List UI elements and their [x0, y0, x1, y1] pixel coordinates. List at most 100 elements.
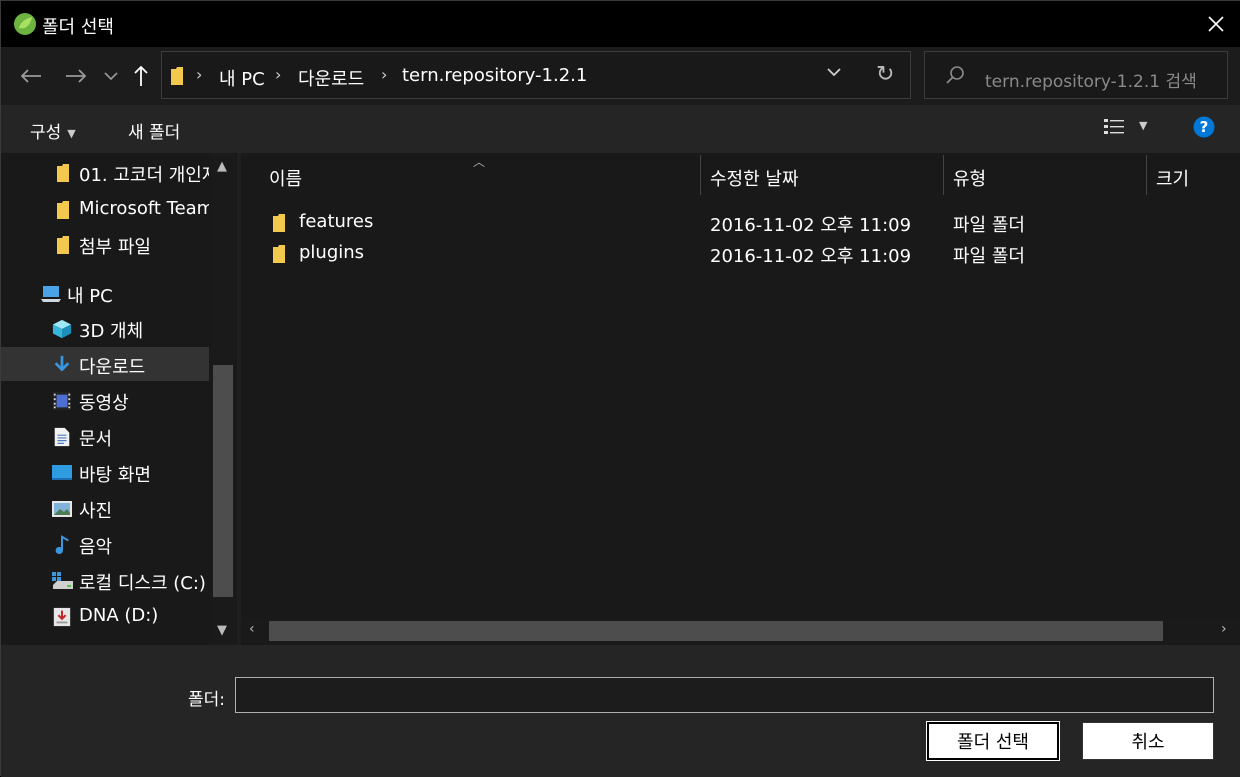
breadcrumb-downloads[interactable]: 다운로드 [298, 65, 364, 91]
navigation-pane: 01. 고코더 개인자료 Microsoft Teams 첨부 파일 내 PC … [1, 153, 237, 645]
scroll-left-icon[interactable]: ‹ [249, 621, 255, 637]
download-icon [54, 355, 70, 372]
drive-icon [52, 572, 73, 589]
column-divider[interactable] [943, 155, 944, 195]
nav-item-personal[interactable]: 01. 고코더 개인자료 [1, 155, 209, 189]
recent-locations-button[interactable] [97, 61, 125, 91]
desktop-icon [52, 465, 72, 480]
bottom-panel: 폴더: 폴더 선택 취소 [1, 645, 1240, 777]
nav-item-label: 내 PC [67, 286, 113, 307]
breadcrumb-my-pc[interactable]: 내 PC [219, 65, 265, 91]
arrow-up-icon [134, 65, 148, 86]
help-icon[interactable]: ? [1193, 116, 1215, 138]
file-row[interactable]: plugins 2016-11-02 오후 11:09 파일 폴더 [241, 238, 1240, 268]
column-header-type[interactable]: 유형 [953, 165, 986, 191]
organize-button[interactable]: 구성 ▼ [30, 118, 76, 143]
nav-item-label: 첨부 파일 [79, 237, 151, 258]
close-button[interactable] [1191, 1, 1240, 47]
select-folder-button[interactable]: 폴더 선택 [926, 721, 1060, 761]
nav-item-videos[interactable]: 동영상 [1, 383, 209, 417]
organize-label: 구성 [30, 123, 62, 143]
file-name: plugins [299, 242, 365, 263]
nav-item-label: 동영상 [79, 393, 129, 414]
breadcrumb-current-folder[interactable]: tern.repository-1.2.1 [402, 65, 587, 86]
nav-item-label: 문서 [79, 429, 113, 450]
nav-item-attachments[interactable]: 첨부 파일 [1, 227, 209, 261]
breadcrumb-separator-icon: › [381, 65, 388, 84]
file-list-horizontal-scrollbar[interactable]: ‹ › [241, 619, 1240, 643]
nav-item-teams[interactable]: Microsoft Teams [1, 192, 209, 226]
folder-icon [171, 67, 183, 85]
view-dropdown-icon[interactable]: ▼ [1139, 119, 1147, 132]
nav-item-desktop[interactable]: 바탕 화면 [1, 455, 209, 489]
scrollbar-thumb[interactable] [269, 621, 1163, 641]
column-divider[interactable] [1146, 155, 1147, 195]
column-divider[interactable] [700, 155, 701, 195]
refresh-icon[interactable]: ↻ [876, 62, 894, 87]
cancel-button[interactable]: 취소 [1082, 722, 1214, 760]
nav-item-label: 음악 [79, 537, 113, 558]
chevron-down-icon[interactable] [826, 66, 842, 78]
scroll-down-icon[interactable]: ▼ [217, 623, 227, 638]
back-button[interactable] [17, 61, 45, 91]
dropdown-arrow-icon: ▼ [67, 126, 76, 140]
breadcrumb-separator-icon: › [196, 65, 203, 84]
column-header-name[interactable]: 이름 [269, 165, 302, 191]
nav-item-label: 바탕 화면 [79, 465, 151, 486]
cube-icon [52, 319, 72, 339]
nav-item-dna-d[interactable]: DNA (D:) [1, 599, 209, 633]
file-name: features [299, 211, 374, 232]
nav-item-label: Microsoft Teams [79, 198, 209, 219]
close-icon [1208, 16, 1224, 32]
nav-item-label: 다운로드 [79, 357, 146, 378]
column-header-size[interactable]: 크기 [1156, 165, 1189, 191]
scrollbar-thumb[interactable] [213, 365, 233, 597]
file-row[interactable]: features 2016-11-02 오후 11:09 파일 폴더 [241, 207, 1240, 237]
nav-item-label: 01. 고코더 개인자료 [79, 165, 209, 186]
folder-input[interactable] [235, 677, 1214, 713]
file-date: 2016-11-02 오후 11:09 [710, 246, 912, 267]
app-leaf-icon [14, 13, 36, 35]
arrow-right-icon [66, 69, 87, 83]
address-row: › 내 PC › 다운로드 › tern.repository-1.2.1 ↻ … [1, 47, 1240, 105]
pc-icon [41, 286, 61, 302]
folder-icon [57, 164, 69, 182]
nav-item-downloads[interactable]: 다운로드 [1, 347, 209, 381]
chevron-down-icon [104, 72, 118, 81]
sort-ascending-icon: ︿ [473, 155, 486, 169]
address-bar[interactable]: › 내 PC › 다운로드 › tern.repository-1.2.1 ↻ [161, 51, 911, 99]
nav-item-label: 3D 개체 [79, 321, 144, 342]
nav-item-3d-objects[interactable]: 3D 개체 [1, 311, 209, 345]
nav-item-label: 사진 [79, 501, 113, 522]
up-button[interactable] [127, 61, 155, 91]
arrow-left-icon [20, 69, 41, 83]
scroll-right-icon[interactable]: › [1221, 621, 1227, 637]
nav-item-pictures[interactable]: 사진 [1, 491, 209, 525]
video-icon [52, 391, 72, 411]
forward-button[interactable] [62, 61, 90, 91]
title-bar: 폴더 선택 [1, 1, 1240, 47]
search-input[interactable]: tern.repository-1.2.1 검색 [985, 67, 1197, 92]
document-icon [54, 427, 70, 447]
window-title: 폴더 선택 [42, 17, 114, 38]
file-list: ︿ 이름 수정한 날짜 유형 크기 features 2016-11-02 오후… [241, 153, 1240, 645]
drive-d-icon [53, 607, 71, 627]
nav-item-my-pc[interactable]: 내 PC [1, 276, 209, 310]
music-icon [55, 535, 69, 555]
view-options-icon[interactable] [1103, 117, 1127, 139]
folder-icon [273, 245, 285, 263]
column-header-date[interactable]: 수정한 날짜 [710, 165, 799, 191]
nav-item-local-disk-c[interactable]: 로컬 디스크 (C:) [1, 563, 209, 597]
nav-item-music[interactable]: 음악 [1, 527, 209, 561]
picture-icon [52, 501, 72, 517]
navigation-scrollbar[interactable]: ▲ ▼ [211, 153, 235, 645]
nav-item-documents[interactable]: 문서 [1, 419, 209, 453]
folder-icon [57, 236, 69, 254]
breadcrumb-separator-icon: › [275, 65, 282, 84]
folder-field-label: 폴더: [188, 690, 226, 710]
scroll-up-icon[interactable]: ▲ [217, 159, 227, 174]
nav-item-label: 로컬 디스크 (C:) [79, 573, 206, 594]
search-box[interactable]: tern.repository-1.2.1 검색 [924, 51, 1228, 99]
new-folder-button[interactable]: 새 폴더 [128, 118, 180, 143]
nav-item-label: DNA (D:) [79, 605, 159, 626]
